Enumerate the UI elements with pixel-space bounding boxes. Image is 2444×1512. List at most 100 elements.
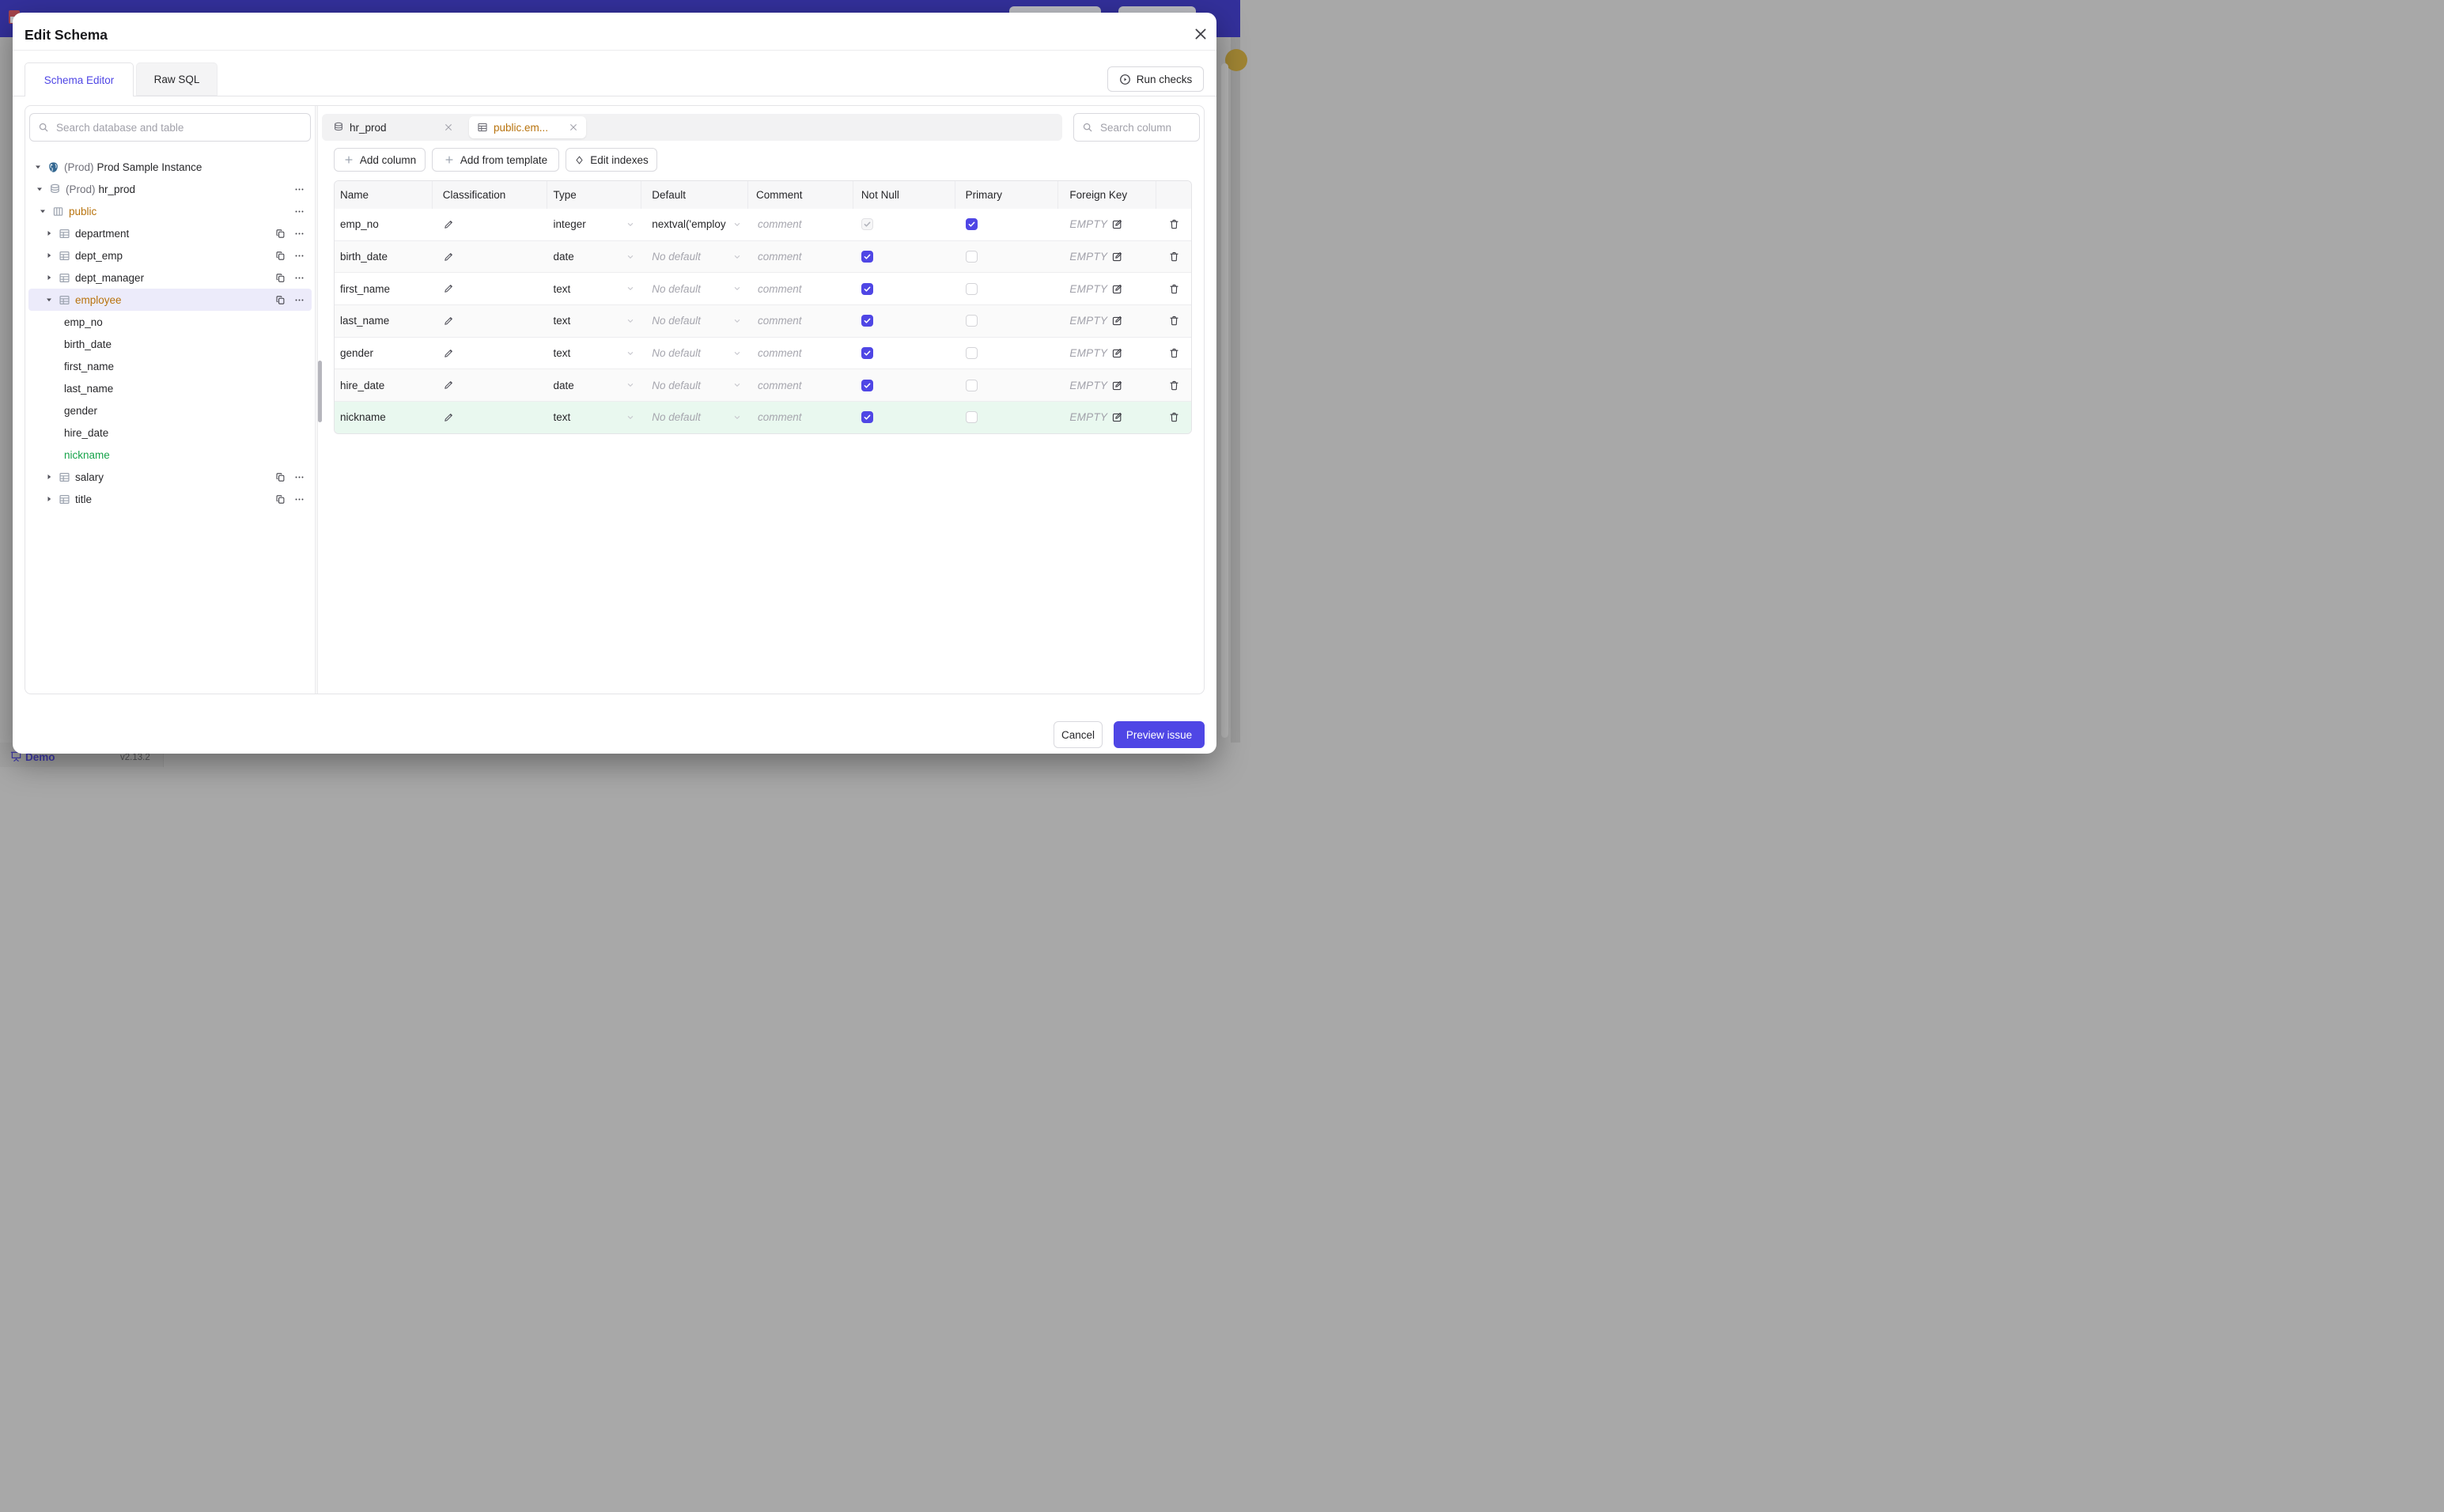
preview-issue-button[interactable]: Preview issue (1114, 721, 1205, 748)
tree-column-last-name[interactable]: last_name (28, 377, 312, 399)
primary-checkbox[interactable] (965, 379, 978, 391)
tree-item-employee[interactable]: employee (28, 289, 312, 311)
chevron-down-icon[interactable] (35, 184, 44, 194)
chevron-down-icon[interactable] (38, 206, 47, 216)
search-column-field[interactable] (1099, 120, 1191, 134)
default-select[interactable]: No default (641, 369, 748, 401)
default-select[interactable]: No default (641, 273, 748, 304)
delete-column-icon[interactable] (1168, 315, 1180, 327)
tree-item-salary[interactable]: salary (28, 466, 312, 488)
column-name-cell[interactable]: hire_date (335, 369, 433, 401)
foreign-key-edit-icon[interactable] (1111, 411, 1123, 423)
comment-input[interactable] (756, 217, 849, 232)
column-name-cell[interactable]: gender (335, 338, 433, 369)
primary-checkbox[interactable] (965, 315, 978, 327)
classification-edit-icon[interactable] (443, 251, 454, 263)
not-null-checkbox[interactable] (861, 411, 873, 424)
classification-edit-icon[interactable] (443, 316, 454, 327)
column-name-cell[interactable]: emp_no (335, 209, 433, 240)
not-null-checkbox[interactable] (861, 379, 873, 391)
more-actions-icon[interactable] (294, 494, 305, 505)
run-checks-button[interactable]: Run checks (1107, 66, 1204, 92)
cancel-button[interactable]: Cancel (1054, 721, 1103, 748)
tree-item-dept-emp[interactable]: dept_emp (28, 244, 312, 266)
more-actions-icon[interactable] (294, 251, 305, 261)
classification-edit-icon[interactable] (443, 348, 454, 359)
add-from-template-button[interactable]: Add from template (432, 148, 559, 172)
not-null-checkbox[interactable] (861, 218, 873, 231)
add-column-button[interactable]: Add column (334, 148, 426, 172)
comment-input[interactable] (756, 346, 849, 361)
comment-input[interactable] (756, 250, 849, 264)
editor-tab-public-employee[interactable]: public.em... (469, 116, 586, 138)
close-tab-icon[interactable] (444, 123, 453, 132)
column-name-cell[interactable]: first_name (335, 273, 433, 304)
page-scrollbar[interactable] (1221, 63, 1228, 738)
chevron-down-icon[interactable] (44, 295, 54, 304)
chevron-right-icon[interactable] (44, 229, 54, 238)
close-icon[interactable] (1193, 26, 1209, 42)
primary-checkbox[interactable] (965, 411, 978, 424)
not-null-checkbox[interactable] (861, 251, 873, 263)
primary-checkbox[interactable] (965, 251, 978, 263)
type-select[interactable]: date (547, 241, 642, 273)
tree-column-birth-date[interactable]: birth_date (28, 333, 312, 355)
primary-checkbox[interactable] (965, 218, 978, 231)
more-actions-icon[interactable] (294, 206, 305, 217)
copy-icon[interactable] (275, 494, 286, 505)
chevron-right-icon[interactable] (44, 251, 54, 260)
copy-icon[interactable] (275, 273, 286, 283)
tree-scrollbar-thumb[interactable] (318, 361, 322, 422)
default-select[interactable]: nextval('employ (641, 209, 748, 240)
more-actions-icon[interactable] (294, 184, 305, 195)
tree-column-emp-no[interactable]: emp_no (28, 311, 312, 333)
delete-column-icon[interactable] (1168, 218, 1180, 230)
classification-edit-icon[interactable] (443, 412, 454, 423)
default-select[interactable]: No default (641, 241, 748, 273)
search-column-input[interactable] (1073, 113, 1200, 142)
copy-icon[interactable] (275, 472, 286, 482)
chevron-right-icon[interactable] (44, 472, 54, 482)
column-name-cell[interactable]: last_name (335, 305, 433, 337)
tree-item-title[interactable]: title (28, 488, 312, 510)
more-actions-icon[interactable] (294, 229, 305, 239)
classification-edit-icon[interactable] (443, 380, 454, 391)
chevron-right-icon[interactable] (44, 494, 54, 504)
not-null-checkbox[interactable] (861, 347, 873, 360)
tab-schema-editor[interactable]: Schema Editor (25, 62, 134, 96)
foreign-key-edit-icon[interactable] (1111, 283, 1123, 295)
tree-column-nickname[interactable]: nickname (28, 444, 312, 466)
edit-indexes-button[interactable]: Edit indexes (566, 148, 657, 172)
type-select[interactable]: text (547, 305, 642, 337)
delete-column-icon[interactable] (1168, 283, 1180, 295)
default-select[interactable]: No default (641, 305, 748, 337)
delete-column-icon[interactable] (1168, 251, 1180, 263)
chevron-down-icon[interactable] (33, 162, 43, 172)
tree-column-first-name[interactable]: first_name (28, 355, 312, 377)
copy-icon[interactable] (275, 295, 286, 305)
type-select[interactable]: text (547, 273, 642, 304)
type-select[interactable]: text (547, 402, 642, 433)
editor-tab-hr-prod[interactable]: hr_prod (333, 122, 461, 134)
search-database-field[interactable] (55, 120, 302, 134)
close-tab-icon[interactable] (569, 123, 578, 132)
foreign-key-edit-icon[interactable] (1111, 315, 1123, 327)
not-null-checkbox[interactable] (861, 315, 873, 327)
delete-column-icon[interactable] (1168, 411, 1180, 423)
tree-item-hr-prod[interactable]: (Prod) hr_prod (28, 178, 312, 200)
more-actions-icon[interactable] (294, 472, 305, 482)
tree-item-dept-manager[interactable]: dept_manager (28, 266, 312, 289)
more-actions-icon[interactable] (294, 295, 305, 305)
tree-column-gender[interactable]: gender (28, 399, 312, 421)
delete-column-icon[interactable] (1168, 347, 1180, 359)
primary-checkbox[interactable] (965, 347, 978, 360)
type-select[interactable]: date (547, 369, 642, 401)
tree-item-instance[interactable]: (Prod) Prod Sample Instance (28, 156, 312, 178)
delete-column-icon[interactable] (1168, 380, 1180, 391)
comment-input[interactable] (756, 410, 849, 425)
column-name-cell[interactable]: birth_date (335, 241, 433, 273)
copy-icon[interactable] (275, 251, 286, 261)
tree-column-hire-date[interactable]: hire_date (28, 421, 312, 444)
tree-item-department[interactable]: department (28, 222, 312, 244)
comment-input[interactable] (756, 282, 849, 296)
